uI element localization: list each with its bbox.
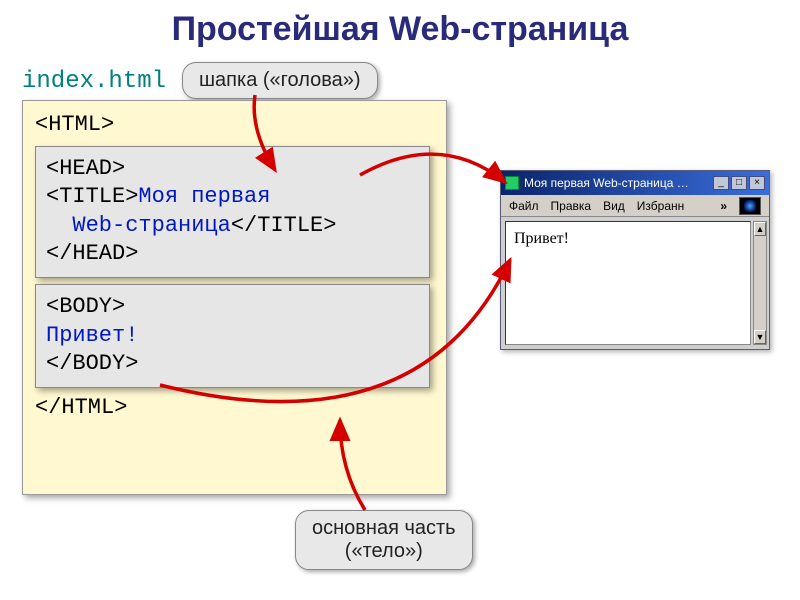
tag-html-close: </HTML> [35,394,434,423]
tag-title-close: </TITLE> [231,213,337,238]
title-text-2: Web-страница [72,213,230,238]
close-button[interactable]: × [749,176,765,190]
scroll-up-button[interactable]: ▲ [754,222,766,236]
callout-head: шапка («голова») [182,62,378,99]
browser-titlebar: Моя первая Web-страница … _ □ × [501,171,769,195]
menu-more-icon[interactable]: » [720,199,727,213]
browser-app-icon [505,176,519,190]
title-text-1: Моя первая [138,184,270,209]
tag-html-open: <HTML> [35,111,434,140]
browser-window: Моя первая Web-страница … _ □ × Файл Пра… [500,170,770,350]
menu-file[interactable]: Файл [509,199,539,213]
vertical-scrollbar[interactable]: ▲ ▼ [753,221,767,345]
body-content: Привет! [46,323,138,348]
code-block-outer: <HTML> <HEAD> <TITLE>Моя первая Web-стра… [22,100,447,495]
callout-body-line2: («тело») [345,540,423,562]
minimize-button[interactable]: _ [713,176,729,190]
browser-menubar: Файл Правка Вид Избранн » [501,195,769,217]
tag-head-open: <HEAD> [46,156,125,181]
callout-body: основная часть («тело») [295,510,473,570]
tag-title-open: <TITLE> [46,184,138,209]
menu-favorites[interactable]: Избранн [637,199,684,213]
callout-body-line1: основная часть [312,517,456,539]
tag-head-close: </HEAD> [46,241,138,266]
maximize-button[interactable]: □ [731,176,747,190]
slide-title: Простейшая Web-страница [0,0,800,49]
throbber-icon [739,197,761,215]
filename-label: index.html [22,68,166,95]
tag-body-close: </BODY> [46,351,138,376]
menu-edit[interactable]: Правка [551,199,592,213]
browser-window-title: Моя первая Web-страница … [524,176,713,190]
code-block-body: <BODY> Привет! </BODY> [35,284,430,388]
page-text: Привет! [514,230,569,247]
tag-body-open: <BODY> [46,294,125,319]
code-block-head: <HEAD> <TITLE>Моя первая Web-страница</T… [35,146,430,278]
browser-content: Привет! [505,221,751,345]
menu-view[interactable]: Вид [603,199,625,213]
scroll-down-button[interactable]: ▼ [754,330,766,344]
